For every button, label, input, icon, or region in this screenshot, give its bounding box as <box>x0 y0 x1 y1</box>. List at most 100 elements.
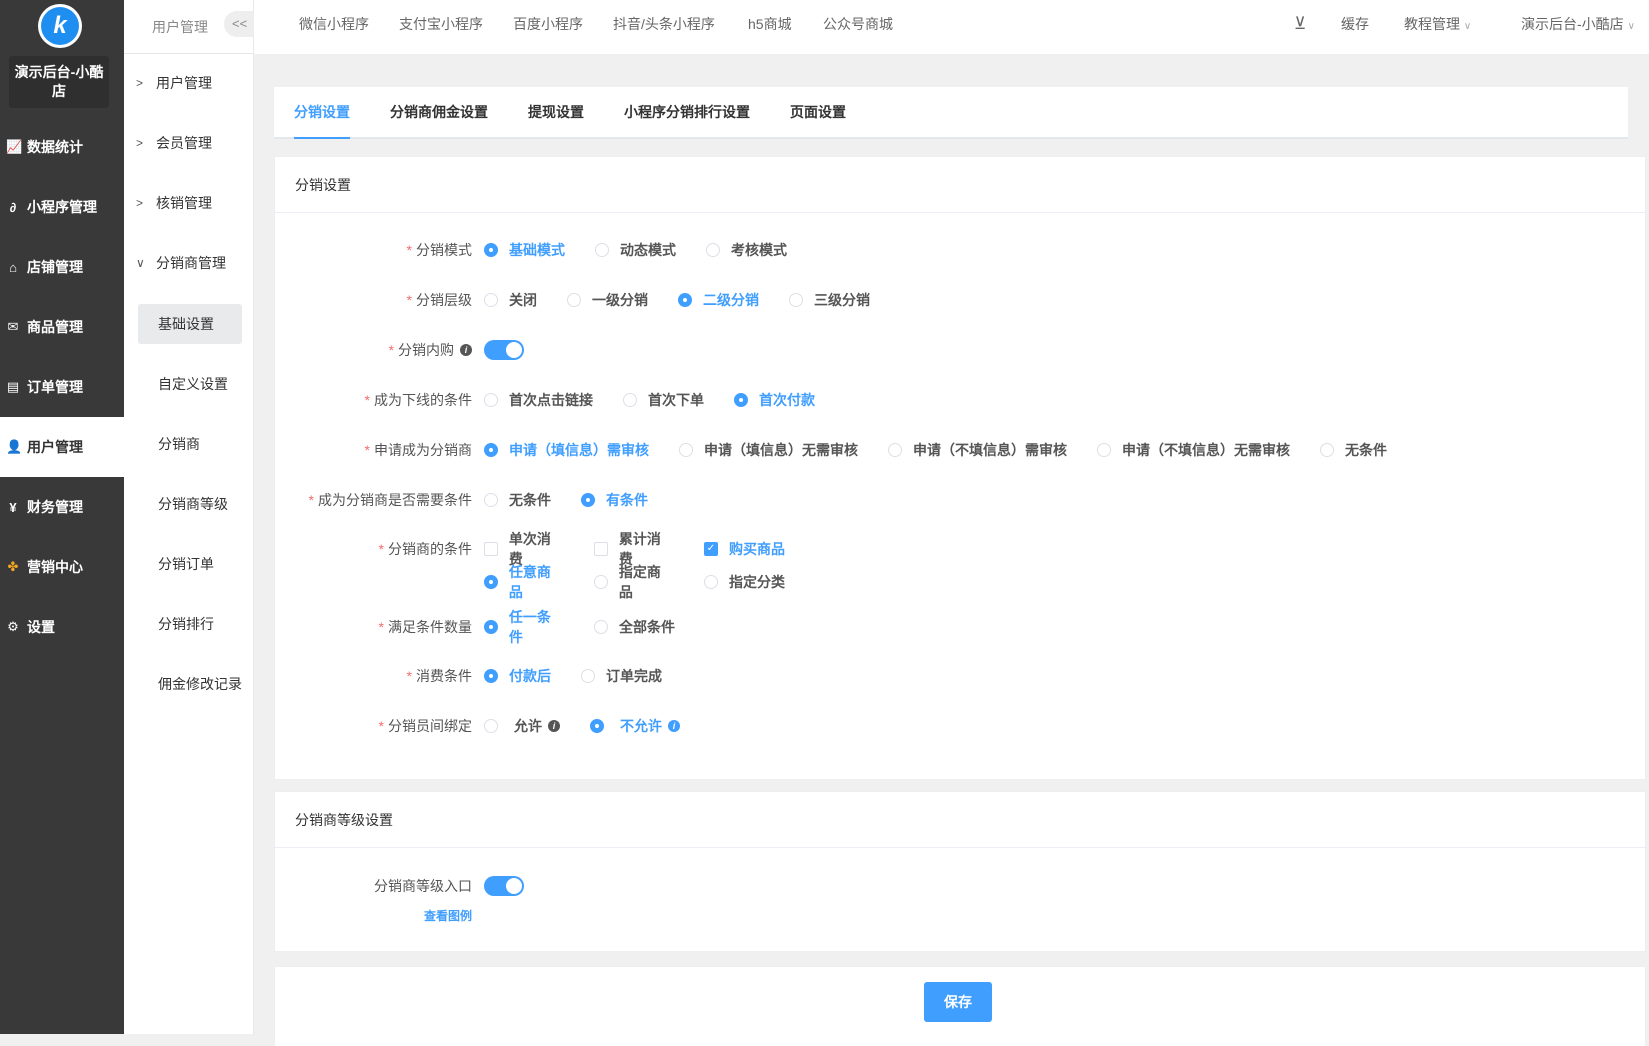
level-settings-card: 分销商等级设置 分销商等级入口 查看图例 <box>274 791 1646 952</box>
group-label: 用户管理 <box>156 75 212 91</box>
submenu-item[interactable]: 自定义设置 <box>124 364 253 404</box>
nav-marketing[interactable]: ✤ 营销中心 <box>0 537 124 597</box>
nav-label: 店铺管理 <box>27 259 83 275</box>
info-icon[interactable]: i <box>668 720 680 732</box>
tab-distribution[interactable]: 分销设置 <box>294 87 350 139</box>
view-example-link[interactable]: 查看图例 <box>275 907 472 924</box>
radio-option[interactable]: 指定商品 <box>594 562 674 602</box>
topnav-item[interactable]: 微信小程序 <box>299 0 369 48</box>
field-label: 分销商等级入口 <box>374 878 472 894</box>
order-icon: ▤ <box>6 379 20 394</box>
radio-option[interactable]: 任一条件 <box>484 607 564 647</box>
chevron-down-icon: ∨ <box>136 256 145 270</box>
radio-option[interactable]: 一级分销 <box>567 290 648 310</box>
radio-option[interactable]: 无条件 <box>1320 440 1387 460</box>
level-entry-toggle[interactable] <box>484 876 524 896</box>
radio-option[interactable]: 不允许 i <box>590 716 680 736</box>
nav-orders[interactable]: ▤ 订单管理 <box>0 357 124 417</box>
nav-label: 财务管理 <box>27 499 83 515</box>
nav-data-stats[interactable]: 📈 数据统计 <box>0 117 124 177</box>
radio-option[interactable]: 申请（不填信息）无需审核 <box>1097 440 1290 460</box>
topnav-item[interactable]: 抖音/头条小程序 <box>613 0 715 48</box>
submenu-item[interactable]: 分销商等级 <box>124 484 253 524</box>
radio-option[interactable]: 全部条件 <box>594 617 675 637</box>
cache-button[interactable]: 缓存 <box>1341 0 1369 48</box>
radio-option[interactable]: 关闭 <box>484 290 537 310</box>
submenu-group[interactable]: > 核销管理 <box>124 183 253 223</box>
radio-option[interactable]: 申请（不填信息）需审核 <box>888 440 1067 460</box>
radio-option[interactable]: 基础模式 <box>484 240 565 260</box>
radio-option[interactable]: 无条件 <box>484 490 551 510</box>
radio-option[interactable]: 申请（填信息）无需审核 <box>679 440 858 460</box>
shop-name[interactable]: 演示后台-小酷店 <box>9 56 109 108</box>
radio-option[interactable]: 订单完成 <box>581 666 662 686</box>
submenu-item[interactable]: 佣金修改记录 <box>124 664 253 704</box>
topnav-item[interactable]: 百度小程序 <box>513 0 583 48</box>
field-label: * 消费条件 <box>406 668 472 684</box>
radio-option[interactable]: 允许 i <box>484 716 560 736</box>
top-bar: 微信小程序 支付宝小程序 百度小程序 抖音/头条小程序 h5商城 公众号商城 ⊻… <box>254 0 1649 54</box>
tab-commission[interactable]: 分销商佣金设置 <box>390 87 488 139</box>
radio-option[interactable]: 三级分销 <box>789 290 870 310</box>
chevron-right-icon: > <box>136 136 144 150</box>
checkbox-option[interactable]: ✓ 购买商品 <box>704 539 785 559</box>
radio-option[interactable]: 首次点击链接 <box>484 390 593 410</box>
nav-users[interactable]: 👤 用户管理 <box>0 417 124 477</box>
topnav-item[interactable]: 支付宝小程序 <box>399 0 483 48</box>
radio-option[interactable]: 考核模式 <box>706 240 787 260</box>
tutorial-menu[interactable]: 教程管理 ∨ <box>1404 0 1471 48</box>
card-title: 分销设置 <box>275 157 1645 213</box>
group-label: 分销商管理 <box>156 255 226 271</box>
nav-label: 小程序管理 <box>27 199 97 215</box>
nav-goods[interactable]: ✉ 商品管理 <box>0 297 124 357</box>
chevron-down-icon: ∨ <box>1463 21 1472 32</box>
tab-page[interactable]: 页面设置 <box>790 87 846 139</box>
nav-finance[interactable]: ¥ 财务管理 <box>0 477 124 537</box>
row-count: * 满足条件数量 任一条件 全部条件 <box>275 609 705 645</box>
field-label: * 分销商的条件 <box>378 541 472 557</box>
submenu-group[interactable]: > 用户管理 <box>124 63 253 103</box>
nav-settings[interactable]: ⚙ 设置 <box>0 597 124 657</box>
logo: k <box>38 4 82 48</box>
user-icon: 👤 <box>6 439 23 454</box>
submenu: 用户管理 << > 用户管理 > 会员管理 > 核销管理 ∨ 分销商管理 基础设置 自定… <box>124 0 264 1034</box>
submenu-item[interactable]: 分销排行 <box>124 604 253 644</box>
radio-option[interactable]: 二级分销 <box>678 290 759 310</box>
submenu-group[interactable]: ∨ 分销商管理 <box>124 243 253 283</box>
check-icon: ✓ <box>704 542 718 556</box>
chevron-down-icon: ∨ <box>1627 21 1635 32</box>
submenu-group[interactable]: > 会员管理 <box>124 123 253 163</box>
submenu-item-basic[interactable]: 基础设置 <box>138 304 242 344</box>
field-label: * 满足条件数量 <box>378 619 472 635</box>
info-icon[interactable]: i <box>460 344 472 356</box>
row-consume: * 消费条件 付款后 订单完成 <box>275 664 692 688</box>
submenu-item[interactable]: 分销商 <box>124 424 253 464</box>
radio-option[interactable]: 有条件 <box>581 490 648 510</box>
save-button[interactable]: 保存 <box>924 982 992 1022</box>
main-sidebar: k 演示后台-小酷店 📈 数据统计 ∂ 小程序管理 ⌂ 店铺管理 ✉ 商品管理 ▤ 订单管… <box>0 0 124 1034</box>
chart-icon: 📈 <box>6 139 23 154</box>
radio-option[interactable]: 指定分类 <box>704 572 785 592</box>
tab-ranking[interactable]: 小程序分销排行设置 <box>624 87 750 139</box>
radio-option[interactable]: 首次下单 <box>623 390 704 410</box>
card-title: 分销商等级设置 <box>275 792 1645 848</box>
info-icon[interactable]: i <box>548 720 560 732</box>
row-goods: 任意商品 指定商品 指定分类 <box>275 564 815 600</box>
download-icon[interactable]: ⊻ <box>1294 0 1306 48</box>
radio-option[interactable]: 动态模式 <box>595 240 676 260</box>
field-label: * 分销内购 i <box>275 340 484 360</box>
radio-option[interactable]: 付款后 <box>484 666 551 686</box>
radio-option[interactable]: 首次付款 <box>734 390 815 410</box>
nav-label: 用户管理 <box>27 439 83 455</box>
nav-miniprogram[interactable]: ∂ 小程序管理 <box>0 177 124 237</box>
row-inner: * 分销内购 i <box>275 338 524 362</box>
topnav-item[interactable]: h5商城 <box>748 0 792 48</box>
tab-withdraw[interactable]: 提现设置 <box>528 87 584 139</box>
radio-option[interactable]: 任意商品 <box>484 562 564 602</box>
submenu-item[interactable]: 分销订单 <box>124 544 253 584</box>
nav-store[interactable]: ⌂ 店铺管理 <box>0 237 124 297</box>
topnav-item[interactable]: 公众号商城 <box>823 0 893 48</box>
inner-purchase-toggle[interactable] <box>484 340 524 360</box>
account-menu[interactable]: 演示后台-小酷店 ∨ <box>1521 0 1635 48</box>
radio-option[interactable]: 申请（填信息）需审核 <box>484 440 649 460</box>
